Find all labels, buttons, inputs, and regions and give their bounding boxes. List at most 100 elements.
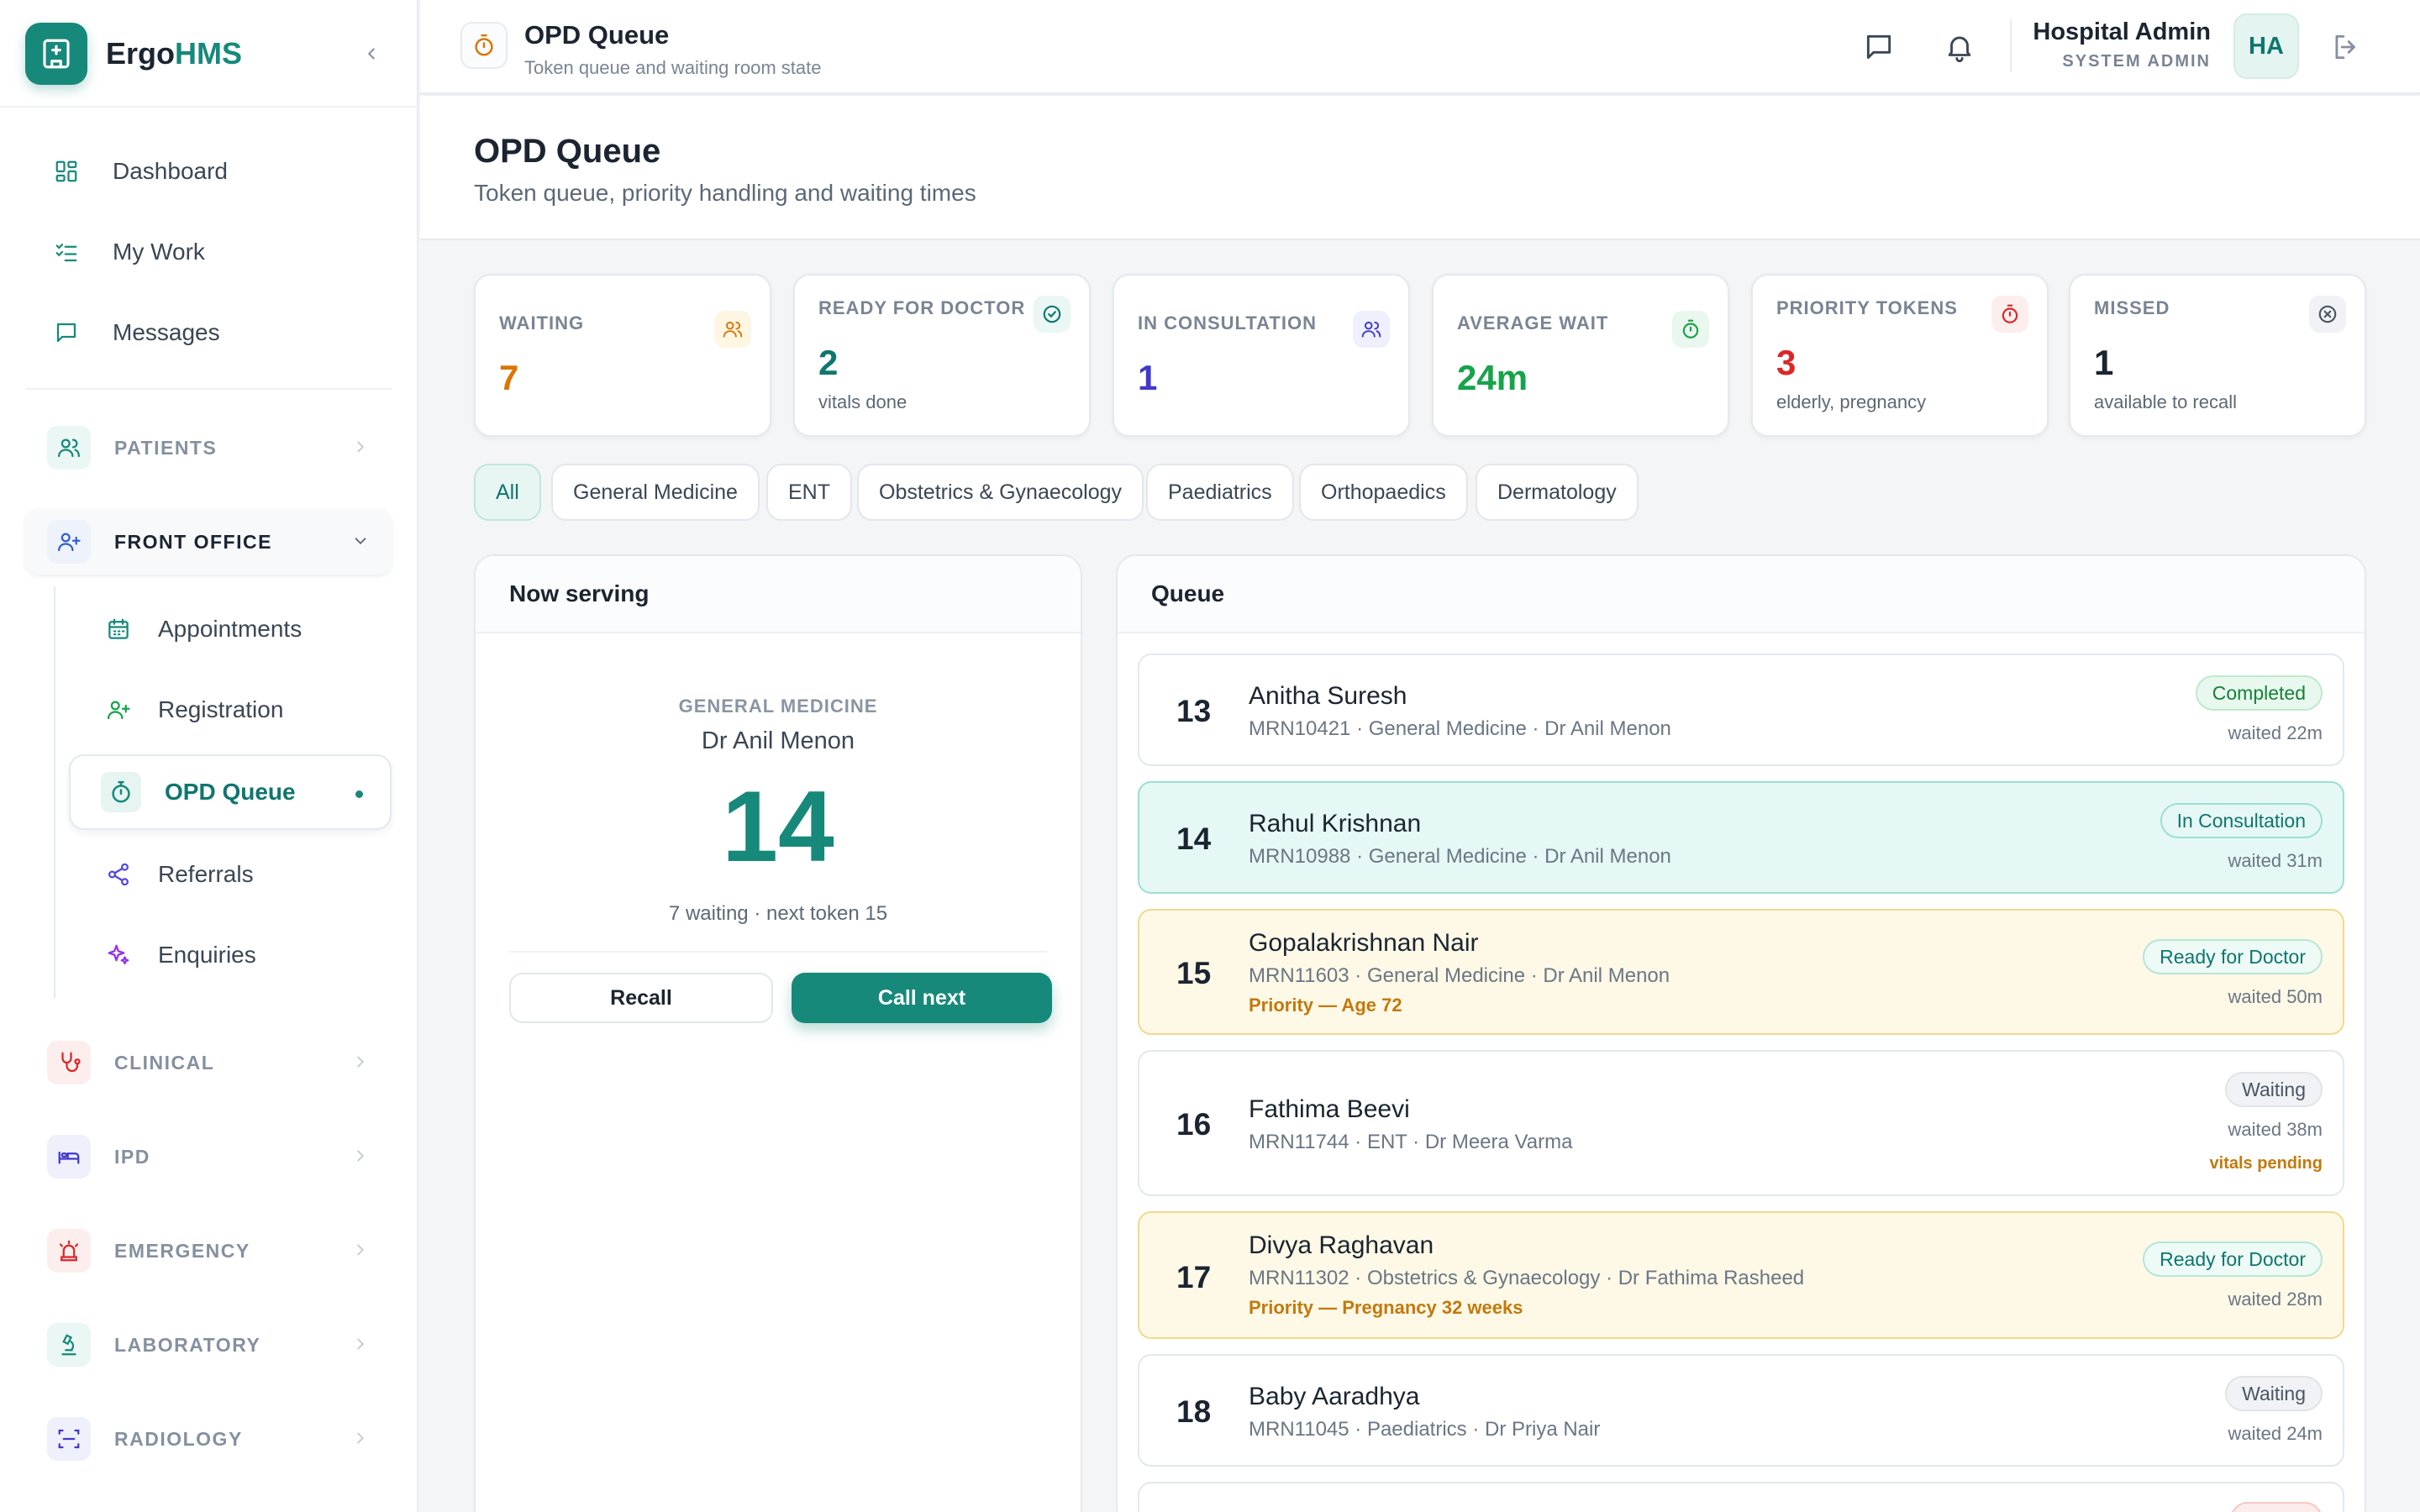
queue-row[interactable]: 16 Fathima Beevi MRN11744 · ENT · Dr Mee…: [1138, 1050, 2344, 1196]
x-circle-icon: [2309, 296, 2346, 333]
wait-time: waited 24m: [2228, 1423, 2323, 1444]
chevron-right-icon: [351, 1335, 370, 1357]
filter-chip-obstetrics-gynaecology[interactable]: Obstetrics & Gynaecology: [857, 464, 1144, 521]
stat-card-missed: MISSED 1 available to recall: [2069, 274, 2366, 437]
token-number: 13: [1176, 694, 1212, 728]
queue-row[interactable]: 14 Rahul Krishnan MRN10988 · General Med…: [1138, 781, 2344, 894]
now-serving-doctor: Dr Anil Menon: [701, 727, 855, 754]
nav-group-label: CLINICAL: [114, 1051, 215, 1074]
filter-chip-orthopaedics[interactable]: Orthopaedics: [1299, 464, 1468, 521]
filter-chip-paediatrics[interactable]: Paediatrics: [1146, 464, 1294, 521]
call-next-button[interactable]: Call next: [792, 973, 1052, 1023]
nav-group-label: FRONT OFFICE: [114, 530, 272, 553]
patient-meta: MRN11603 · General Medicine · Dr Anil Me…: [1249, 964, 1670, 987]
status-badge: Waiting: [2225, 1072, 2323, 1107]
brand-name: ErgoHMS: [106, 36, 243, 71]
nav-group-emergency[interactable]: EMERGENCY: [25, 1218, 392, 1284]
topbar: OPD Queue Token queue and waiting room s…: [420, 0, 2420, 94]
bed-icon: [47, 1135, 91, 1179]
now-serving-meta: 7 waiting · next token 15: [668, 902, 888, 925]
nav-group-front-office[interactable]: FRONT OFFICE: [25, 509, 392, 575]
logout-icon[interactable]: [2324, 25, 2368, 69]
stat-value: 7: [499, 358, 519, 397]
token-number: 17: [1176, 1260, 1212, 1294]
nav-my-work[interactable]: My Work: [50, 227, 205, 277]
divider: [0, 106, 418, 108]
nav-group-label: LABORATORY: [114, 1333, 261, 1356]
status-badge: Waiting: [2225, 1376, 2323, 1411]
nav-group-clinical[interactable]: CLINICAL: [25, 1030, 392, 1095]
token-number: 18: [1176, 1394, 1212, 1429]
patient-meta: MRN10421 · General Medicine · Dr Anil Me…: [1249, 717, 1671, 740]
filter-chip-dermatology[interactable]: Dermatology: [1476, 464, 1639, 521]
queue-row[interactable]: 13 Anitha Suresh MRN10421 · General Medi…: [1138, 654, 2344, 766]
nav-group-label: IPD: [114, 1145, 150, 1168]
queue-row[interactable]: 17 Divya Raghavan MRN11302 · Obstetrics …: [1138, 1211, 2344, 1339]
nav-group-radiology[interactable]: RADIOLOGY: [25, 1406, 392, 1472]
patient-meta: MRN11045 · Paediatrics · Dr Priya Nair: [1249, 1418, 1601, 1441]
chevron-right-icon: [351, 438, 370, 460]
filter-chip-ent[interactable]: ENT: [766, 464, 852, 521]
queue-row[interactable]: [1138, 1482, 2344, 1512]
patient-name: Divya Raghavan: [1249, 1231, 1434, 1259]
nav-label: Enquiries: [158, 942, 256, 968]
topbar-title: OPD Queue: [524, 20, 670, 50]
stat-label: AVERAGE WAIT: [1457, 312, 1609, 333]
filter-chip-general-medicine[interactable]: General Medicine: [551, 464, 760, 521]
message-icon: [50, 317, 82, 349]
stat-label: PRIORITY TOKENS: [1776, 297, 1958, 318]
brand[interactable]: ErgoHMS: [25, 22, 242, 86]
sparkles-icon: [103, 939, 134, 971]
nav-label: Registration: [158, 696, 284, 722]
users-icon: [47, 426, 91, 470]
patient-name: Fathima Beevi: [1249, 1095, 1410, 1123]
nav-group-laboratory[interactable]: LABORATORY: [25, 1312, 392, 1378]
user-name: Hospital Admin: [2033, 18, 2211, 45]
chevron-right-icon: [351, 1429, 370, 1452]
recall-button[interactable]: Recall: [509, 973, 773, 1023]
stat-label: WAITING: [499, 312, 585, 333]
nav-opd-queue[interactable]: OPD Queue: [69, 754, 392, 830]
users-icon: [1353, 311, 1390, 348]
messages-icon[interactable]: [1857, 25, 1901, 69]
nav-group-ipd[interactable]: IPD: [25, 1124, 392, 1189]
calendar-icon: [103, 613, 134, 645]
queue-row[interactable]: 18 Baby Aaradhya MRN11045 · Paediatrics …: [1138, 1354, 2344, 1467]
stat-sublabel: vitals done: [818, 391, 908, 412]
wait-time: waited 50m: [2228, 986, 2323, 1007]
siren-icon: [47, 1229, 91, 1273]
nav-enquiries[interactable]: Enquiries: [69, 917, 392, 993]
patient-name: Rahul Krishnan: [1249, 810, 1422, 837]
dashboard-grid-icon: [50, 155, 82, 187]
token-number: 14: [1176, 822, 1212, 856]
user-role: SYSTEM ADMIN: [2062, 52, 2211, 71]
nav-messages[interactable]: Messages: [50, 307, 220, 358]
bell-icon[interactable]: [1938, 25, 1981, 69]
wait-time: waited 31m: [2228, 850, 2323, 871]
patient-meta: MRN11744 · ENT · Dr Meera Varma: [1249, 1131, 1573, 1153]
hospital-logo-icon: [25, 23, 87, 85]
nav-referrals[interactable]: Referrals: [69, 837, 392, 912]
nav-appointments[interactable]: Appointments: [69, 591, 392, 667]
queue-panel: Queue 13 Anitha Suresh MRN10421 · Genera…: [1116, 554, 2366, 1512]
scan-icon: [47, 1417, 91, 1461]
filter-chip-all[interactable]: All: [474, 464, 541, 521]
patient-name: Gopalakrishnan Nair: [1249, 929, 1479, 957]
timer-icon: [1991, 296, 2028, 333]
collapse-sidebar-chevron-left-icon[interactable]: [355, 37, 388, 71]
user-plus-icon: [47, 520, 91, 564]
avatar[interactable]: HA: [2233, 13, 2299, 79]
nav-group-patients[interactable]: PATIENTS: [25, 415, 392, 480]
nav-dashboard[interactable]: Dashboard: [50, 146, 228, 197]
timer-icon: [101, 772, 141, 812]
topbar-divider: [2010, 20, 2012, 72]
share-icon: [103, 858, 134, 890]
nav-registration[interactable]: Registration: [69, 672, 392, 748]
patient-name: Anitha Suresh: [1249, 682, 1407, 710]
now-serving-panel: Now serving GENERAL MEDICINE Dr Anil Men…: [474, 554, 1082, 1512]
stat-label: IN CONSULTATION: [1138, 312, 1317, 333]
nav-label: Appointments: [158, 616, 302, 642]
stat-sublabel: available to recall: [2094, 391, 2237, 412]
queue-row[interactable]: 15 Gopalakrishnan Nair MRN11603 · Genera…: [1138, 909, 2344, 1035]
chevron-right-icon: [351, 1241, 370, 1263]
